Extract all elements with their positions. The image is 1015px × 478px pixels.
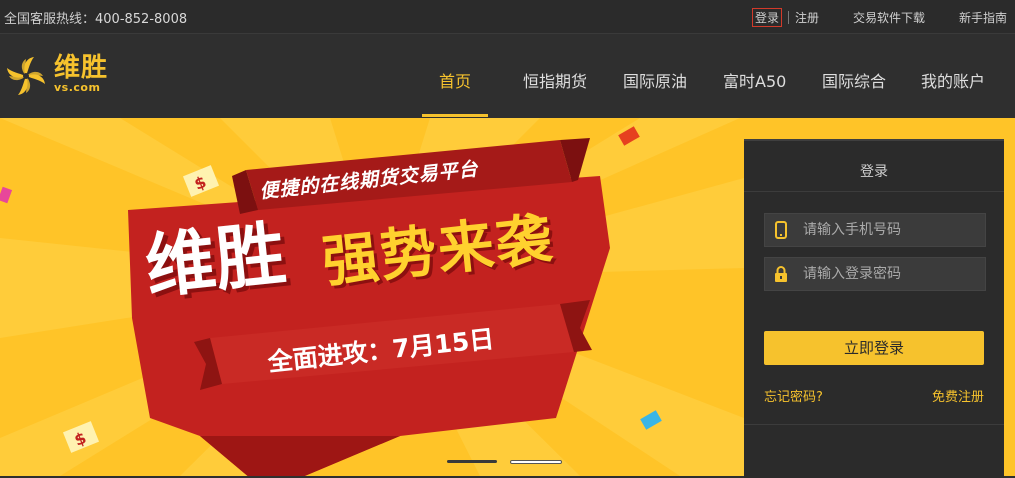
- hotline-number: 400-852-8008: [95, 12, 188, 27]
- software-download-link[interactable]: 交易软件下载: [853, 9, 925, 26]
- hotline-label: 全国客服热线：: [4, 12, 96, 27]
- logo[interactable]: 维胜 vs.com: [4, 50, 114, 100]
- nav-hang-seng-futures[interactable]: 恒指期货: [523, 68, 587, 92]
- phone-icon: [775, 221, 787, 239]
- carousel-dot-1[interactable]: [447, 460, 497, 463]
- lock-icon: [775, 266, 787, 282]
- carousel-dot-2[interactable]: [510, 460, 562, 464]
- beginner-guide-link[interactable]: 新手指南: [959, 9, 1007, 26]
- logo-chinese: 维胜: [54, 53, 109, 83]
- top-links: 登录 注册 交易软件下载 新手指南: [751, 8, 1007, 27]
- banner-title-brand: 维胜: [141, 212, 290, 309]
- top-register-link[interactable]: 注册: [795, 9, 819, 26]
- nav-crude-oil[interactable]: 国际原油: [623, 68, 687, 92]
- logo-text: 维胜 vs.com: [54, 54, 108, 94]
- logo-domain: vs.com: [54, 81, 101, 94]
- site-header: 维胜 vs.com 首页 恒指期货 国际原油 富时A50 国际综合 我的账户: [0, 34, 1015, 118]
- logo-pinwheel-icon: [7, 57, 45, 95]
- top-link-divider: [787, 11, 789, 24]
- phone-input[interactable]: [803, 214, 978, 246]
- password-field[interactable]: [764, 257, 986, 291]
- phone-field[interactable]: [764, 213, 986, 247]
- password-input[interactable]: [803, 258, 978, 290]
- login-bottom-divider: [744, 424, 1004, 425]
- login-divider: [744, 191, 1004, 192]
- free-register-link[interactable]: 免费注册: [932, 386, 984, 405]
- nav-my-account[interactable]: 我的账户: [921, 68, 985, 92]
- nav-ftse-a50[interactable]: 富时A50: [723, 68, 786, 92]
- login-title: 登录: [860, 164, 888, 180]
- top-bar: 全国客服热线：400-852-8008 登录 注册 交易软件下载 新手指南: [0, 0, 1015, 34]
- service-hotline: 全国客服热线：400-852-8008: [4, 8, 187, 27]
- forgot-password-link[interactable]: 忘记密码?: [764, 386, 823, 405]
- login-submit-button[interactable]: 立即登录: [764, 331, 984, 365]
- nav-international[interactable]: 国际综合: [822, 68, 886, 92]
- nav-active-indicator: [422, 114, 488, 117]
- nav-home[interactable]: 首页: [439, 68, 471, 92]
- top-login-link[interactable]: 登录: [751, 8, 782, 27]
- login-panel: 登录 立即登录 忘记密码? 免费注册: [744, 139, 1004, 478]
